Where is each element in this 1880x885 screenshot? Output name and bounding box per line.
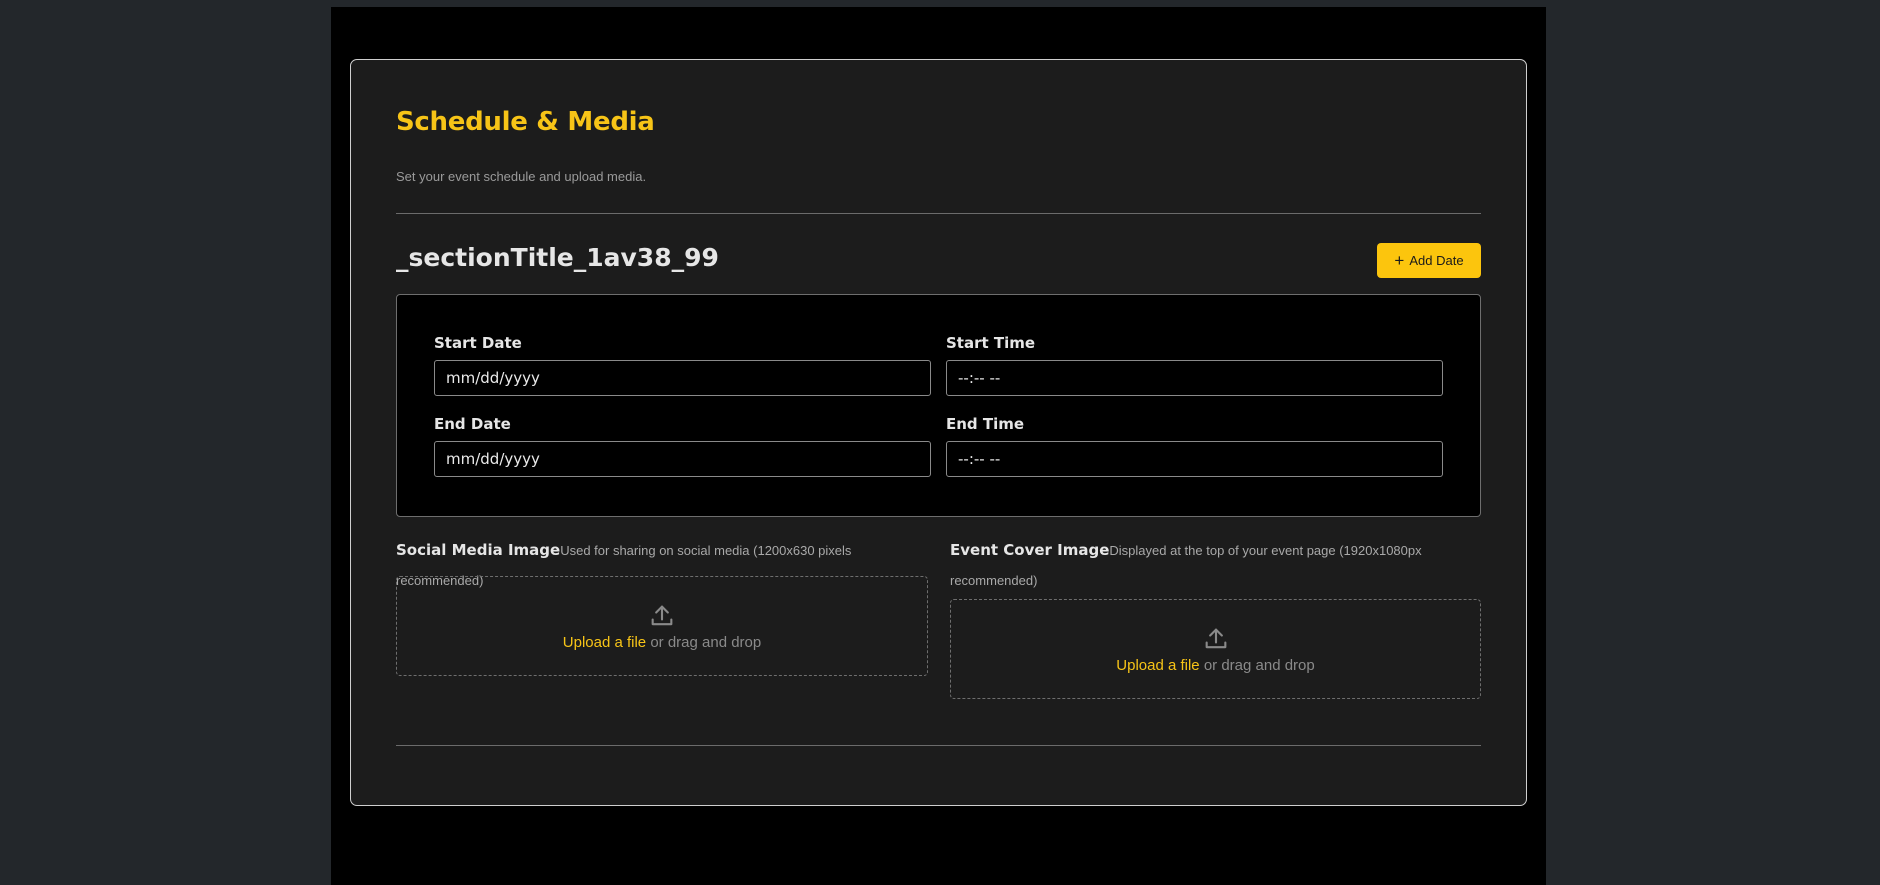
end-date-input[interactable]: mm/dd/yyyy [434,441,931,477]
social-upload-link[interactable]: Upload a file [563,634,646,651]
top-divider [396,213,1481,214]
end-time-input[interactable]: --:-- -- [946,441,1443,477]
social-image-label: Social Media Image [396,541,561,559]
add-date-button[interactable]: + Add Date [1377,243,1481,278]
add-date-label: Add Date [1409,253,1464,268]
card-content: Schedule & Media Set your event schedule… [396,60,1481,805]
start-date-input[interactable]: mm/dd/yyyy [434,360,931,396]
start-date-label: Start Date [434,334,522,352]
start-time-field: Start Time --:-- -- [946,334,1443,396]
upload-icon [1202,625,1230,653]
start-date-field: Start Date mm/dd/yyyy [434,334,931,396]
social-upload-text: Upload a file or drag and drop [563,634,761,651]
plus-icon: + [1394,250,1405,270]
cover-image-dropzone[interactable]: Upload a file or drag and drop [950,599,1481,699]
bottom-divider [396,745,1481,746]
page: Schedule & Media Set your event schedule… [331,7,1546,885]
start-time-input[interactable]: --:-- -- [946,360,1443,396]
social-image-dropzone[interactable]: Upload a file or drag and drop [396,576,928,676]
section-title: _sectionTitle_1av38_99 [396,243,719,272]
cover-image-label: Event Cover Image [950,541,1110,559]
start-time-label: Start Time [946,334,1036,352]
end-date-field: End Date mm/dd/yyyy [434,415,931,477]
cover-upload-rest: or drag and drop [1199,656,1315,674]
end-time-field: End Time --:-- -- [946,415,1443,477]
end-time-label: End Time [946,415,1025,433]
cover-upload-text: Upload a file or drag and drop [1116,657,1314,674]
schedule-media-card: Schedule & Media Set your event schedule… [350,59,1527,806]
cover-upload-link[interactable]: Upload a file [1116,657,1199,674]
page-subtitle: Set your event schedule and upload media… [396,169,647,184]
end-date-label: End Date [434,415,511,433]
social-upload-rest: or drag and drop [646,633,762,651]
cover-image-label-row: Event Cover ImageDisplayed at the top of… [950,535,1481,596]
date-range-group: Start Date mm/dd/yyyy Start Time --:-- -… [396,294,1481,517]
page-title: Schedule & Media [396,107,655,137]
upload-icon [648,602,676,630]
